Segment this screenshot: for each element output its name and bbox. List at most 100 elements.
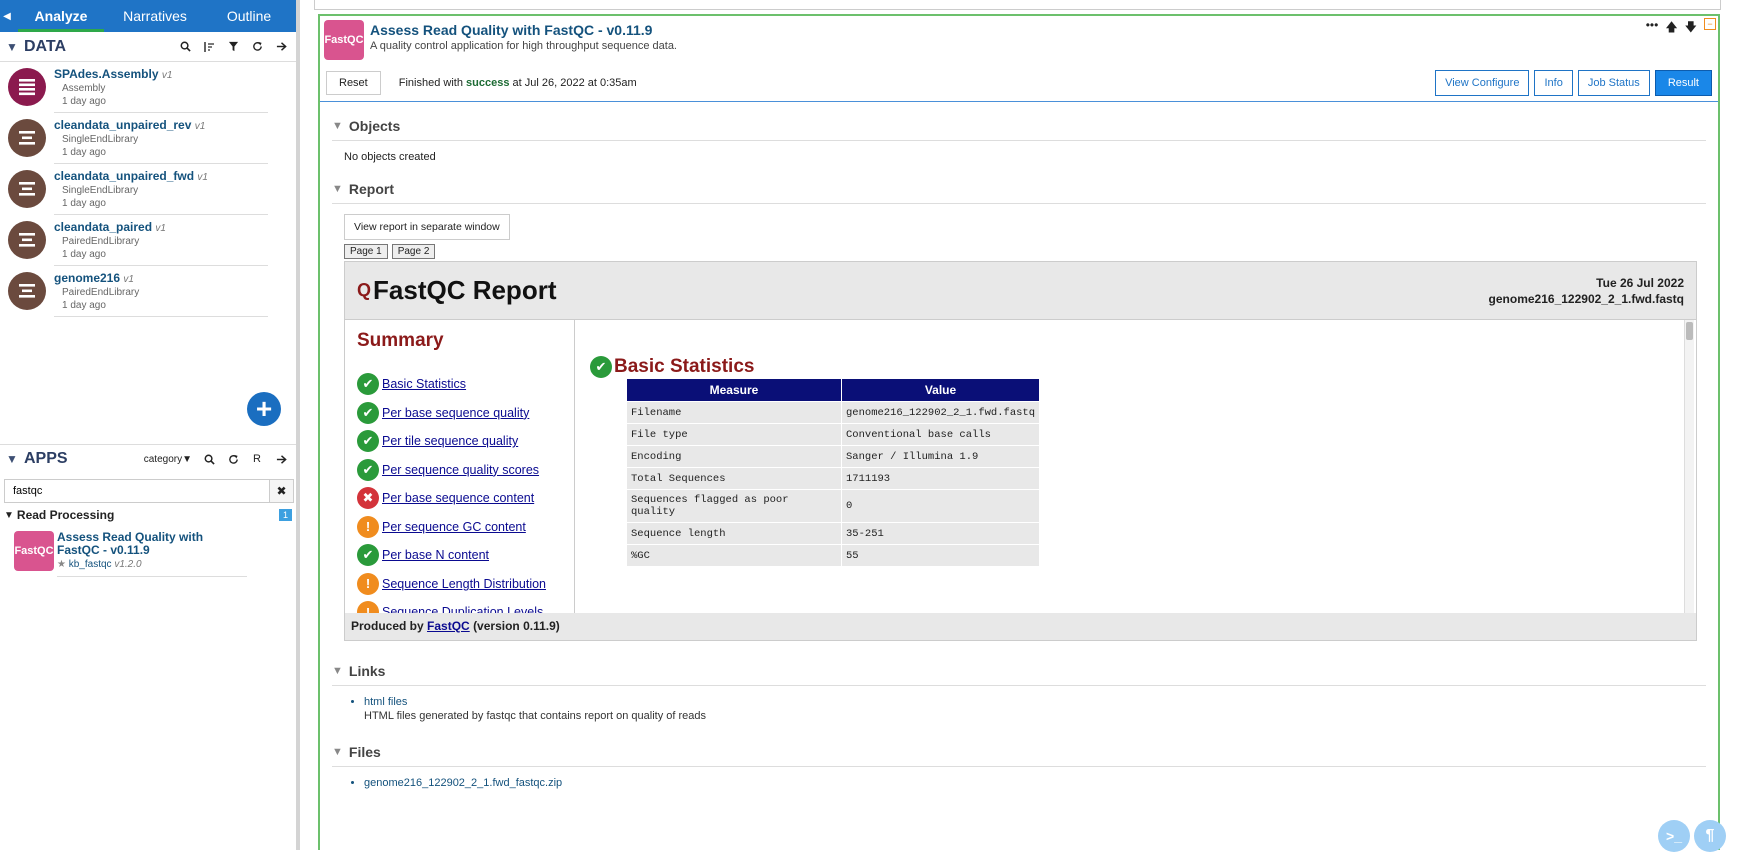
arrow-right-icon[interactable]	[274, 40, 288, 54]
paragraph-button[interactable]: ¶	[1694, 820, 1726, 852]
refresh-icon[interactable]	[250, 40, 264, 54]
objects-section-header[interactable]: ▼ Objects	[332, 118, 1706, 141]
link-html-files[interactable]: html files	[364, 696, 1718, 708]
app-module-name[interactable]: kb_fastqc	[69, 559, 112, 570]
fastqc-report-frame: Q FastQC Report Tue 26 Jul 2022 genome21…	[344, 261, 1697, 641]
data-item[interactable]: cleandata_unpaired_fwd v1 SingleEndLibrar…	[0, 164, 296, 215]
clear-search-icon[interactable]: ✖	[269, 480, 293, 502]
pass-icon: ✔	[357, 373, 379, 396]
summary-link[interactable]: Per sequence GC content	[382, 520, 526, 534]
cell-action-bar: Reset Finished with success at Jul 26, 2…	[320, 64, 1718, 102]
result-button[interactable]: Result	[1654, 69, 1712, 96]
job-status-button[interactable]: Job Status	[1577, 69, 1650, 96]
data-item-name[interactable]: cleandata_unpaired_fwd	[54, 169, 194, 183]
chevron-down-icon: ▼	[332, 746, 343, 758]
fastqc-link[interactable]: FastQC	[427, 619, 470, 633]
pass-icon: ✔	[590, 356, 612, 378]
fastqc-logo: FastQC	[324, 20, 364, 60]
data-item-name[interactable]: cleandata_unpaired_rev	[54, 118, 191, 132]
scrollbar-thumb[interactable]	[1686, 322, 1693, 340]
tab-narratives[interactable]: Narratives	[108, 0, 202, 32]
summary-item: ! Sequence Length Distribution	[357, 570, 562, 599]
category-filter[interactable]: category▼	[144, 454, 192, 465]
value-cell: Sanger / Illumina 1.9	[840, 445, 1041, 468]
category-header[interactable]: ▼ Read Processing 1	[0, 505, 296, 525]
summary-link[interactable]: Sequence Length Distribution	[382, 577, 546, 591]
column-header-measure: Measure	[626, 378, 842, 402]
filter-icon[interactable]	[226, 40, 240, 54]
narrative-main: FastQC Assess Read Quality with FastQC -…	[306, 0, 1737, 850]
add-data-button[interactable]: +	[247, 392, 281, 426]
reset-button[interactable]: Reset	[326, 70, 381, 95]
data-item-name[interactable]: genome216	[54, 271, 120, 285]
links-section-header[interactable]: ▼ Links	[332, 663, 1706, 686]
sort-icon[interactable]	[202, 40, 216, 54]
category-filter-label: category	[143, 453, 183, 465]
search-icon[interactable]	[202, 452, 216, 466]
r-icon[interactable]: R	[250, 452, 264, 466]
summary-link[interactable]: Per base N content	[382, 548, 489, 562]
summary-link[interactable]: Per base sequence content	[382, 491, 534, 505]
files-list: genome216_122902_2_1.fwd_fastqc.zip	[320, 767, 1718, 789]
chevron-down-icon[interactable]: ▼	[6, 452, 20, 466]
files-section-header[interactable]: ▼ Files	[332, 744, 1706, 767]
refresh-icon[interactable]	[226, 452, 240, 466]
measure-cell: Filename	[626, 401, 842, 424]
view-report-separate-window-button[interactable]: View report in separate window	[344, 214, 510, 240]
collapse-cell-icon[interactable]: −	[1704, 18, 1716, 30]
tab-analyze[interactable]: Analyze	[14, 0, 108, 32]
summary-link[interactable]: Per base sequence quality	[382, 406, 529, 420]
files-title: Files	[348, 744, 381, 760]
previous-cell-edge	[314, 0, 1721, 10]
data-item-name[interactable]: cleandata_paired	[54, 220, 152, 234]
app-module-version: v1.2.0	[114, 559, 142, 570]
data-item[interactable]: SPAdes.Assembly v1 Assembly 1 day ago	[0, 62, 296, 113]
value-cell: genome216_122902_2_1.fwd.fastq	[840, 401, 1041, 424]
more-options-icon[interactable]: •••	[1646, 18, 1659, 39]
page-1-button[interactable]: Page 1	[344, 244, 388, 259]
data-item[interactable]: cleandata_unpaired_rev v1 SingleEndLibrar…	[0, 113, 296, 164]
report-heading: FastQC Report	[373, 275, 557, 305]
singleendlibrary-type-icon	[8, 170, 46, 208]
star-icon[interactable]: ★	[57, 559, 66, 570]
data-item-name[interactable]: SPAdes.Assembly	[54, 67, 159, 81]
tab-outline[interactable]: Outline	[202, 0, 296, 32]
data-item-version: v1	[155, 223, 166, 234]
sidebar: ◀ Analyze Narratives Outline ▼ DATA SPAd…	[0, 0, 300, 850]
move-up-icon[interactable]: 🡅	[1665, 18, 1677, 39]
view-configure-button[interactable]: View Configure	[1435, 69, 1530, 96]
data-item-time: 1 day ago	[62, 147, 106, 158]
page-2-button[interactable]: Page 2	[391, 244, 436, 259]
file-link[interactable]: genome216_122902_2_1.fwd_fastqc.zip	[364, 777, 1718, 789]
app-item[interactable]: FastQC Assess Read Quality with FastQC -…	[0, 525, 296, 577]
measure-cell: %GC	[626, 544, 842, 567]
report-section-header[interactable]: ▼ Report	[332, 181, 1706, 204]
app-name[interactable]: Assess Read Quality with FastQC - v0.11.…	[57, 531, 247, 557]
chevron-down-icon[interactable]: ▼	[6, 40, 20, 54]
links-list: html files	[320, 686, 1718, 708]
status-word: success	[466, 76, 510, 89]
arrow-right-icon[interactable]	[274, 452, 288, 466]
summary-link[interactable]: Per tile sequence quality	[382, 434, 518, 448]
search-icon[interactable]	[178, 40, 192, 54]
job-status-text: Finished with success at Jul 26, 2022 at…	[399, 77, 637, 89]
report-scrollbar[interactable]	[1684, 320, 1694, 615]
app-search-input[interactable]	[5, 480, 269, 502]
cell-header: FastQC Assess Read Quality with FastQC -…	[320, 16, 1718, 64]
info-button[interactable]: Info	[1534, 69, 1573, 96]
report-pages: Page 1 Page 2	[344, 244, 1718, 259]
collapse-sidebar-icon[interactable]: ◀	[0, 0, 14, 32]
summary-link[interactable]: Per sequence quality scores	[382, 463, 539, 477]
basic-statistics-heading: ✔ Basic Statistics	[590, 356, 1668, 378]
basic-statistics-title: Basic Statistics	[614, 356, 755, 377]
summary-link[interactable]: Basic Statistics	[382, 377, 466, 391]
value-cell: 1711193	[840, 467, 1041, 490]
pass-icon: ✔	[357, 430, 379, 453]
terminal-button[interactable]: >_	[1658, 820, 1690, 852]
data-item[interactable]: genome216 v1 PairedEndLibrary 1 day ago	[0, 266, 296, 317]
report-content: ✔ Basic Statistics Measure Value Filenam…	[576, 320, 1682, 615]
fail-icon: ✖	[357, 487, 379, 510]
move-down-icon[interactable]: 🡇	[1685, 18, 1697, 39]
data-item[interactable]: cleandata_paired v1 PairedEndLibrary 1 day…	[0, 215, 296, 266]
chevron-down-icon: ▼	[332, 665, 343, 677]
